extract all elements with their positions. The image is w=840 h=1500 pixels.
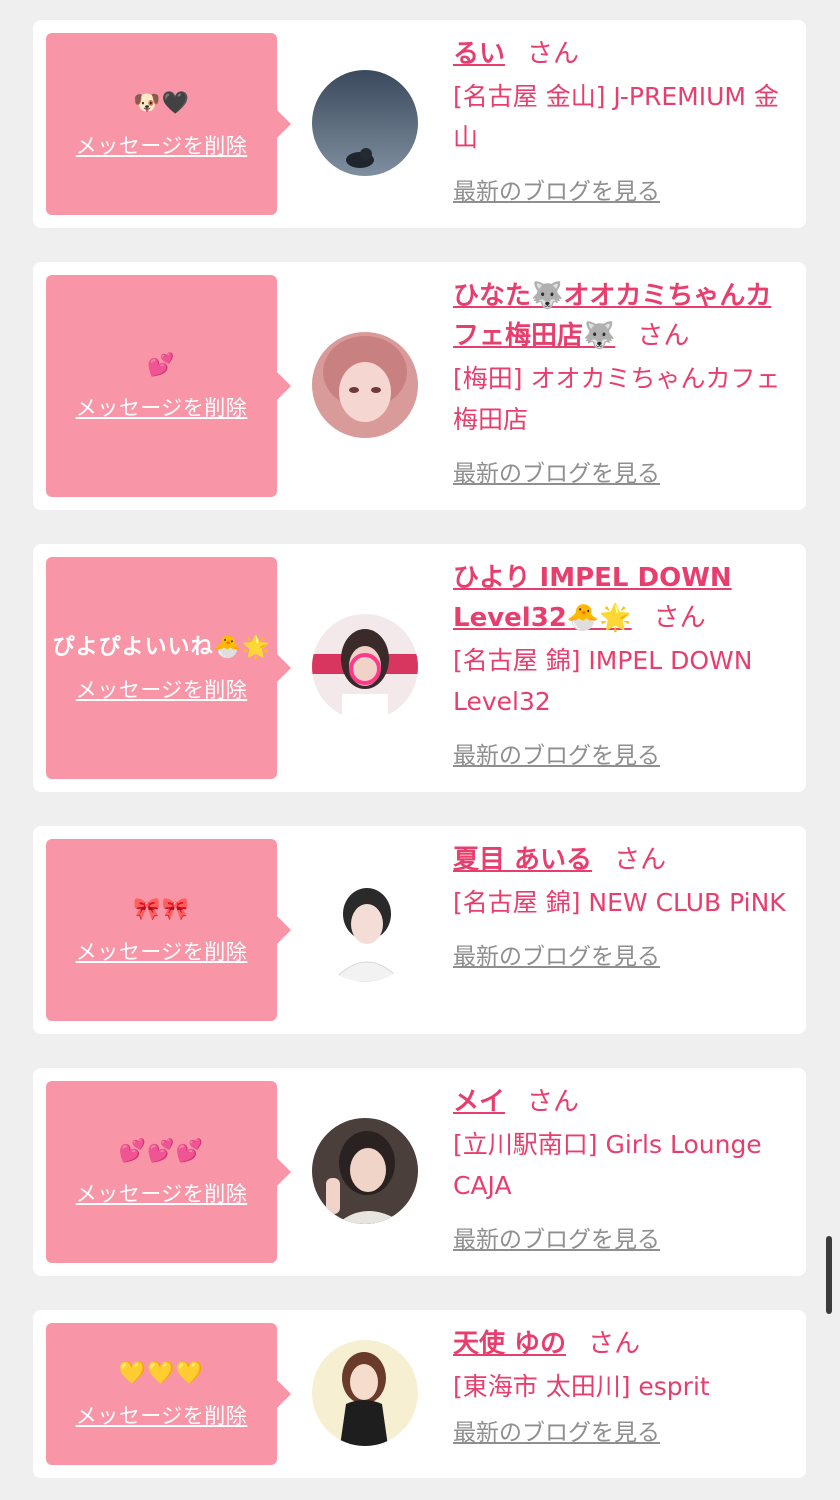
- message-bubble: 💕 メッセージを削除: [46, 275, 291, 497]
- shop-info: [梅田] オオカミちゃんカフェ梅田店: [453, 364, 781, 434]
- message-bubble: 💕💕💕 メッセージを削除: [46, 1081, 291, 1263]
- delete-message-link[interactable]: メッセージを削除: [76, 674, 248, 704]
- shop-info: [名古屋 錦] NEW CLUB PiNK: [453, 888, 786, 917]
- honorific: さん: [653, 603, 706, 633]
- latest-blog-link[interactable]: 最新のブログを見る: [453, 736, 660, 770]
- honorific: さん: [588, 1329, 641, 1359]
- cast-name-link[interactable]: メイ: [453, 1087, 505, 1117]
- message-text: 💛💛💛: [118, 1361, 205, 1386]
- message-text: 💕: [147, 353, 176, 378]
- message-text: 🐶🖤: [133, 91, 190, 116]
- latest-blog-link[interactable]: 最新のブログを見る: [453, 454, 660, 488]
- avatar[interactable]: [312, 1118, 418, 1224]
- avatar[interactable]: [312, 70, 418, 176]
- message-bubble: 🐶🖤 メッセージを削除: [46, 33, 291, 215]
- delete-message-link[interactable]: メッセージを削除: [76, 392, 248, 422]
- cast-info: ひより IMPEL DOWN Level32🐣🌟 さん [名古屋 錦] IMPEL…: [453, 558, 793, 770]
- message-card: 💛💛💛 メッセージを削除 天使 ゆの さん [東海市 太田川] esprit 最新…: [33, 1310, 806, 1478]
- avatar[interactable]: [312, 1340, 418, 1446]
- latest-blog-link[interactable]: 最新のブログを見る: [453, 1413, 660, 1447]
- message-card: 💕 メッセージを削除 ひなた🐺オオカミちゃんカフェ梅田店🐺 さん [梅田] オオカ…: [33, 262, 806, 510]
- message-card: ぴよぴよいいね🐣🌟 メッセージを削除 ひより IMPEL DOWN Level3…: [33, 544, 806, 792]
- message-bubble: 💛💛💛 メッセージを削除: [46, 1323, 291, 1465]
- cast-info: 天使 ゆの さん [東海市 太田川] esprit 最新のブログを見る: [453, 1324, 793, 1447]
- message-card: 💕💕💕 メッセージを削除 メイ さん [立川駅南口] Girls Lounge C…: [33, 1068, 806, 1276]
- message-bubble: ぴよぴよいいね🐣🌟 メッセージを削除: [46, 557, 291, 779]
- delete-message-link[interactable]: メッセージを削除: [76, 936, 248, 966]
- cast-info: ひなた🐺オオカミちゃんカフェ梅田店🐺 さん [梅田] オオカミちゃんカフェ梅田店 …: [453, 276, 793, 488]
- avatar[interactable]: [312, 614, 418, 720]
- honorific: さん: [637, 321, 690, 351]
- shop-info: [東海市 太田川] esprit: [453, 1372, 710, 1401]
- message-bubble: 🎀🎀 メッセージを削除: [46, 839, 291, 1021]
- honorific: さん: [527, 1087, 580, 1117]
- shop-info: [立川駅南口] Girls Lounge CAJA: [453, 1130, 762, 1200]
- cast-name-link[interactable]: ひなた🐺オオカミちゃんカフェ梅田店🐺: [453, 281, 771, 351]
- delete-message-link[interactable]: メッセージを削除: [76, 1178, 248, 1208]
- delete-message-link[interactable]: メッセージを削除: [76, 1400, 248, 1430]
- scrollbar[interactable]: [826, 1236, 832, 1314]
- cast-name-link[interactable]: 夏目 あいる: [453, 845, 592, 875]
- cast-info: 夏目 あいる さん [名古屋 錦] NEW CLUB PiNK 最新のブログを見る: [453, 840, 793, 971]
- latest-blog-link[interactable]: 最新のブログを見る: [453, 1220, 660, 1254]
- cast-info: メイ さん [立川駅南口] Girls Lounge CAJA 最新のブログを見る: [453, 1082, 793, 1254]
- message-card: 🐶🖤 メッセージを削除 るい さん [名古屋 金山] J-PREMIUM 金山 最…: [33, 20, 806, 228]
- shop-info: [名古屋 金山] J-PREMIUM 金山: [453, 82, 779, 152]
- message-text: 🎀🎀: [133, 897, 190, 922]
- message-card: 🎀🎀 メッセージを削除 夏目 あいる さん [名古屋 錦] NEW CLUB Pi…: [33, 826, 806, 1034]
- latest-blog-link[interactable]: 最新のブログを見る: [453, 937, 660, 971]
- avatar[interactable]: [312, 332, 418, 438]
- avatar[interactable]: [312, 876, 418, 982]
- cast-info: るい さん [名古屋 金山] J-PREMIUM 金山 最新のブログを見る: [453, 34, 793, 206]
- cast-name-link[interactable]: 天使 ゆの: [453, 1329, 566, 1359]
- message-text: ぴよぴよいいね🐣🌟: [52, 635, 271, 660]
- cast-name-link[interactable]: るい: [453, 39, 505, 69]
- latest-blog-link[interactable]: 最新のブログを見る: [453, 172, 660, 206]
- delete-message-link[interactable]: メッセージを削除: [76, 130, 248, 160]
- message-text: 💕💕💕: [118, 1139, 205, 1164]
- honorific: さん: [614, 845, 667, 875]
- shop-info: [名古屋 錦] IMPEL DOWN Level32: [453, 646, 753, 716]
- honorific: さん: [527, 39, 580, 69]
